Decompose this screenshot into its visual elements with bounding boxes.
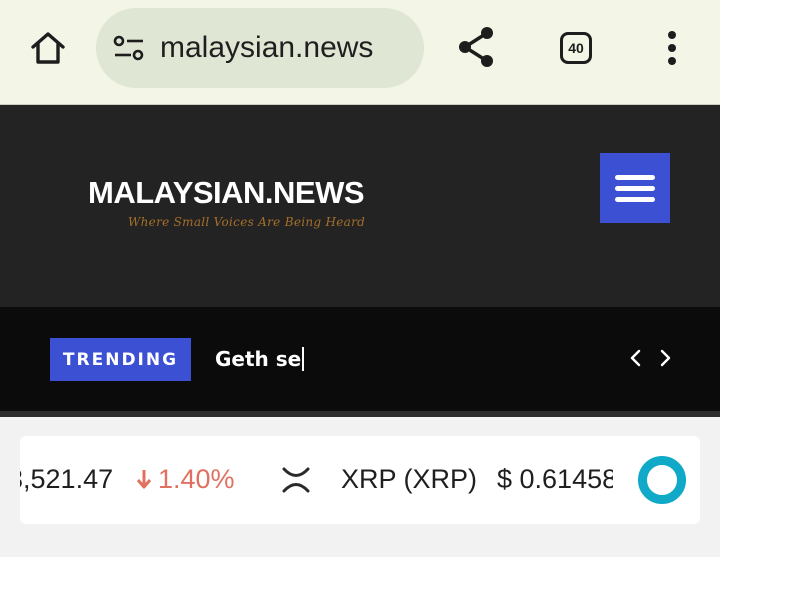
trending-headline[interactable]: Geth se [215,347,305,371]
ring-icon [638,456,686,504]
browser-toolbar: malaysian.news 40 [0,0,720,105]
crypto-ticker[interactable]: 3,521.47 1.40% XRP (XRP) $ 0.61458 [20,436,700,524]
site-header: MALAYSIAN.NEWS Where Small Voices Are Be… [0,105,720,307]
address-bar[interactable]: malaysian.news [96,8,424,88]
tab-count: 40 [560,32,592,64]
chevron-left-icon[interactable] [627,347,645,369]
ticker-prev-price: 3,521.47 [20,464,114,494]
home-icon[interactable] [26,26,70,70]
ticker-prev-change: 1.40% [136,464,235,495]
trending-label: TRENDING [50,338,191,381]
chevron-right-icon[interactable] [656,347,674,369]
more-vert-icon[interactable] [656,26,688,70]
url-text[interactable]: malaysian.news [160,31,373,65]
site-logo[interactable]: MALAYSIAN.NEWS [88,175,365,211]
xrp-icon [280,464,312,496]
crypto-ticker-section: 3,521.47 1.40% XRP (XRP) $ 0.61458 [0,417,720,557]
hamburger-icon [615,174,655,180]
hamburger-menu-button[interactable] [600,153,670,223]
trending-bar: TRENDING Geth se [0,307,720,417]
site-tagline: Where Small Voices Are Being Heard [128,215,366,229]
coin-price: $ 0.61458 [497,464,613,494]
app-viewport: malaysian.news 40 MALAYSIAN.NEWS Where S… [0,0,720,600]
share-icon[interactable] [454,24,498,70]
coin-name: XRP (XRP) [341,464,478,494]
ticker-prev-change-value: 1.40% [158,464,235,494]
trending-headline-text[interactable]: Geth se [215,347,301,371]
tune-icon[interactable] [112,31,146,65]
tab-switcher-button[interactable]: 40 [558,30,594,66]
arrow-down-icon [136,470,152,489]
text-caret [302,347,305,371]
